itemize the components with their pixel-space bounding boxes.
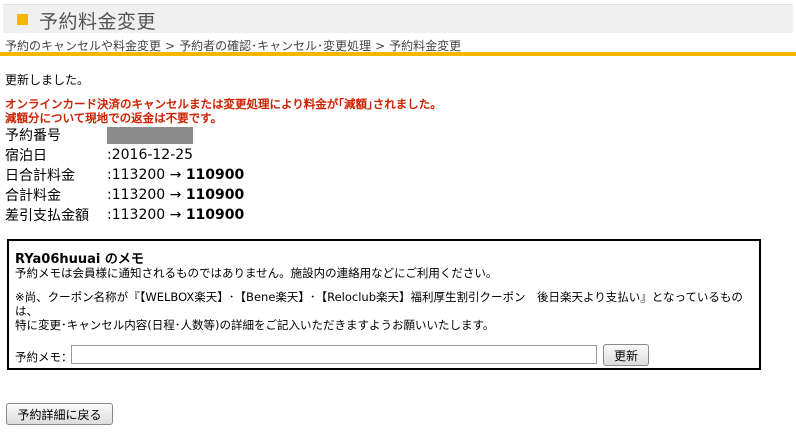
breadcrumb-link-confirm-process[interactable]: 予約者の確認･キャンセル･変更処理 — [179, 39, 371, 53]
title-marker-icon — [17, 14, 28, 25]
reservation-number-redacted — [107, 126, 193, 144]
reservation-number-row: 予約番号 — [5, 125, 244, 145]
daily-total-row: 日合計料金 :113200 → 110900 — [5, 165, 244, 185]
arrow-icon: → — [169, 167, 182, 183]
balance-row: 差引支払金額 :113200 → 110900 — [5, 205, 244, 225]
balance-new: 110900 — [185, 207, 245, 223]
breadcrumb-link-cancel-change[interactable]: 予約のキャンセルや料金変更 — [5, 39, 161, 53]
total-old: :113200 — [107, 187, 166, 203]
breadcrumb-current: 予約料金変更 — [389, 39, 462, 53]
memo-note-line: 特に変更･キャンセル内容(日程･人数等)の詳細をご記入いただきますようお願いいた… — [15, 318, 495, 332]
stay-date-row: 宿泊日 :2016-12-25 — [5, 145, 244, 165]
memo-description: 予約メモは会員様に通知されるものではありません。施設内の連絡用などにご利用くださ… — [15, 266, 498, 280]
breadcrumb-separator: > — [165, 39, 176, 53]
arrow-icon: → — [169, 187, 182, 203]
breadcrumb-separator: > — [375, 39, 386, 53]
reservation-info-table: 予約番号 宿泊日 :2016-12-25 日合計料金 :113200 → 110… — [5, 125, 244, 225]
total-row: 合計料金 :113200 → 110900 — [5, 185, 244, 205]
balance-old: :113200 — [107, 207, 166, 223]
memo-panel: RYa06huuai のメモ 予約メモは会員様に通知されるものではありません。施… — [7, 239, 761, 370]
memo-input-label: 予約メモ： — [15, 350, 73, 364]
total-label: 合計料金 — [5, 188, 61, 204]
page-header: 予約料金変更 — [3, 4, 793, 33]
refund-notice-line: 減額分について現地での返金は不要です。 — [5, 111, 223, 125]
back-to-details-button[interactable]: 予約詳細に戻る — [6, 403, 113, 425]
daily-total-label: 日合計料金 — [5, 168, 75, 184]
header-accent-line — [0, 52, 796, 56]
memo-coupon-note: ※尚、クーポン名称が『【WELBOX楽天】･【Bene楽天】･【Reloclub… — [15, 290, 755, 332]
memo-note-line: ※尚、クーポン名称が『【WELBOX楽天】･【Bene楽天】･【Reloclub… — [15, 290, 743, 318]
update-status-message: 更新しました。 — [5, 73, 90, 87]
balance-label: 差引支払金額 — [5, 208, 89, 224]
reservation-number-label: 予約番号 — [5, 128, 61, 144]
stay-date-label: 宿泊日 — [5, 148, 47, 164]
daily-total-old: :113200 — [107, 167, 166, 183]
stay-date-value: :2016-12-25 — [107, 147, 194, 163]
refund-notice: オンラインカード決済のキャンセルまたは変更処理により料金が｢減額｣されました。 … — [5, 97, 442, 125]
total-new: 110900 — [185, 187, 245, 203]
arrow-icon: → — [169, 207, 182, 223]
memo-update-button[interactable]: 更新 — [603, 344, 649, 366]
daily-total-new: 110900 — [185, 167, 245, 183]
refund-notice-line: オンラインカード決済のキャンセルまたは変更処理により料金が｢減額｣されました。 — [5, 97, 442, 111]
page-title: 予約料金変更 — [39, 11, 157, 33]
memo-input[interactable] — [71, 345, 597, 364]
